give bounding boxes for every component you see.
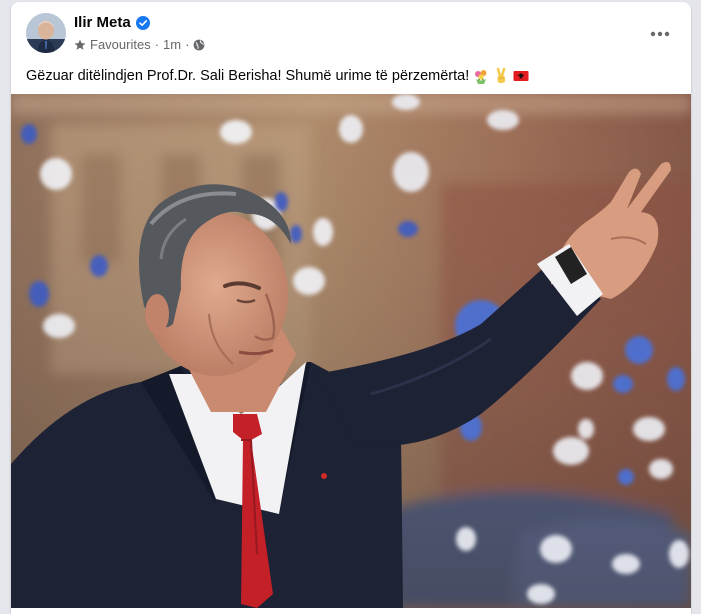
- meta-separator: ·: [154, 37, 160, 52]
- audience-label[interactable]: Favourites: [90, 37, 151, 52]
- meta-separator: ·: [185, 37, 190, 52]
- post-meta: Favourites · 1m ·: [74, 37, 205, 52]
- post-timestamp[interactable]: 1m: [163, 37, 181, 52]
- caption-text: Gëzuar ditëlindjen Prof.Dr. Sali Berisha…: [26, 68, 470, 84]
- feed-post: Ilir Meta Favourites · 1m · Gëzuar ditël…: [11, 2, 691, 614]
- author-avatar[interactable]: [26, 13, 66, 53]
- globe-icon: [193, 39, 205, 51]
- verified-badge-icon: [135, 15, 150, 30]
- author-name[interactable]: Ilir Meta: [74, 14, 131, 31]
- more-options-button[interactable]: [643, 16, 677, 50]
- post-photo[interactable]: [11, 94, 691, 608]
- flower-bouquet-icon: [473, 68, 489, 84]
- post-caption: Gëzuar ditëlindjen Prof.Dr. Sali Berisha…: [26, 66, 676, 86]
- victory-hand-icon: [493, 67, 509, 84]
- author-line: Ilir Meta: [74, 14, 150, 31]
- albanian-flag-icon: [513, 68, 529, 84]
- star-icon: [74, 39, 86, 51]
- post-header: Ilir Meta Favourites · 1m ·: [11, 2, 691, 60]
- more-options-icon: [650, 24, 670, 42]
